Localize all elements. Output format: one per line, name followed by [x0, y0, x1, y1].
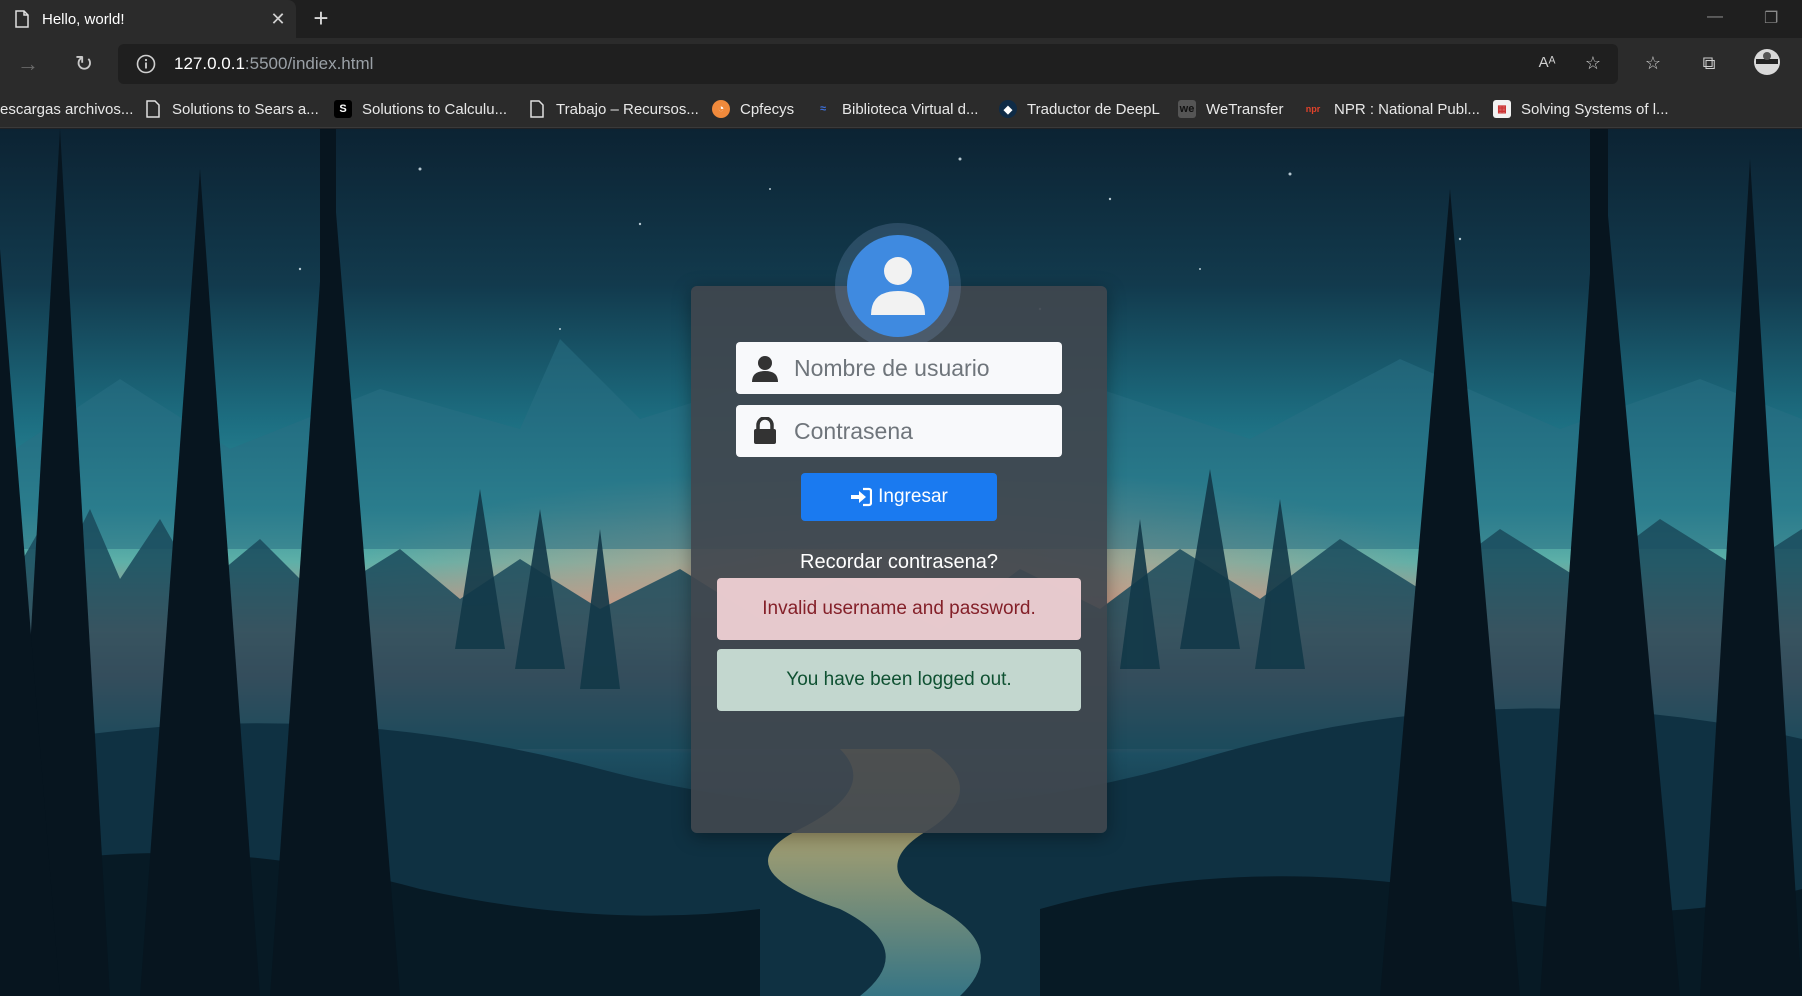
logout-alert: You have been logged out. [717, 649, 1081, 711]
tab-bar: Hello, world! ✕ + — ❐ [0, 0, 1802, 38]
login-button[interactable]: Ingresar [801, 473, 997, 521]
address-bar[interactable]: 127.0.0.1:5500/indiex.html [118, 44, 1618, 84]
password-field[interactable] [736, 405, 1062, 457]
page-icon [15, 10, 29, 28]
sign-in-icon [851, 487, 873, 507]
close-tab-icon[interactable]: ✕ [264, 9, 292, 30]
bookmark-item[interactable]: Trabajo – Recursos... [528, 90, 699, 127]
bookmark-label: escargas archivos... [0, 100, 134, 118]
add-favorite-icon[interactable]: ☆ [1578, 48, 1608, 78]
bookmark-label: Solutions to Calculu... [362, 100, 508, 118]
collections-icon[interactable]: ⧉ [1694, 48, 1724, 78]
error-alert-text: Invalid username and password. [762, 598, 1036, 619]
address-bar-row: → ↻ 127.0.0.1:5500/indiex.html Aᴬ ☆ ☆ ⧉ [0, 38, 1802, 90]
url-host: 127.0.0.1 [174, 54, 245, 73]
page-viewport: Ingresar Recordar contrasena? Invalid us… [0, 129, 1802, 996]
username-field[interactable] [736, 342, 1062, 394]
npr-logo-icon: npr [1305, 104, 1321, 114]
biblioteca-logo-icon: ≈ [819, 103, 827, 115]
cpfecys-logo-icon: ◔ [712, 100, 730, 118]
bookmark-item[interactable]: escargas archivos... [0, 90, 134, 127]
forward-icon[interactable]: → [12, 48, 44, 80]
bookmark-item[interactable]: Solutions to Sears a... [144, 90, 319, 127]
bookmark-label: Traductor de DeepL [1027, 100, 1160, 118]
user-icon [736, 342, 794, 394]
file-icon [530, 100, 544, 118]
lock-icon [736, 405, 794, 457]
file-icon [146, 100, 160, 118]
restore-icon[interactable]: ❐ [1764, 8, 1778, 28]
bookmark-label: WeTransfer [1206, 100, 1284, 118]
new-tab-icon[interactable]: + [306, 4, 336, 34]
bookmark-item[interactable]: ◆ Traductor de DeepL [999, 90, 1160, 127]
bookmark-item[interactable]: ▦ Solving Systems of l... [1493, 90, 1669, 127]
read-aloud-icon[interactable]: Aᴬ [1532, 48, 1562, 78]
bookmark-label: Cpfecys [740, 100, 795, 118]
deepl-logo-icon: ◆ [999, 100, 1017, 118]
info-icon[interactable] [136, 54, 156, 74]
password-input[interactable] [794, 405, 1044, 457]
forgot-password-link[interactable]: Recordar contrasena? [736, 551, 1062, 574]
tab-title: Hello, world! [42, 10, 125, 28]
login-button-label: Ingresar [878, 486, 948, 507]
bookmark-label: Trabajo – Recursos... [556, 100, 699, 118]
bookmark-label: Solutions to Sears a... [172, 100, 319, 118]
favorites-icon[interactable]: ☆ [1638, 48, 1668, 78]
bookmark-item[interactable]: we WeTransfer [1178, 90, 1284, 127]
logout-alert-text: You have been logged out. [786, 669, 1012, 690]
browser-tab[interactable]: Hello, world! ✕ [0, 0, 296, 38]
bookmark-item[interactable]: ≈ Biblioteca Virtual d... [814, 90, 979, 127]
bookmark-label: NPR : National Publ... [1334, 100, 1480, 118]
bookmark-item[interactable]: ◔ Cpfecys [712, 90, 795, 127]
s-logo-icon: S [334, 100, 352, 118]
wetransfer-logo-icon: we [1178, 100, 1196, 118]
reload-icon[interactable]: ↻ [68, 48, 100, 80]
username-input[interactable] [794, 342, 1044, 394]
solving-logo-icon: ▦ [1493, 100, 1511, 118]
bookmark-label: Biblioteca Virtual d... [842, 100, 979, 118]
bookmark-item[interactable]: S Solutions to Calculu... [334, 90, 508, 127]
profile-avatar[interactable] [1752, 48, 1782, 78]
user-avatar-icon [847, 235, 949, 337]
bookmark-label: Solving Systems of l... [1521, 100, 1669, 118]
bookmark-item[interactable]: npr NPR : National Publ... [1302, 90, 1480, 127]
minimize-icon[interactable]: — [1707, 8, 1723, 26]
url-path: :5500/indiex.html [244, 54, 374, 73]
error-alert: Invalid username and password. [717, 578, 1081, 640]
bookmarks-bar: escargas archivos... Solutions to Sears … [0, 90, 1802, 128]
